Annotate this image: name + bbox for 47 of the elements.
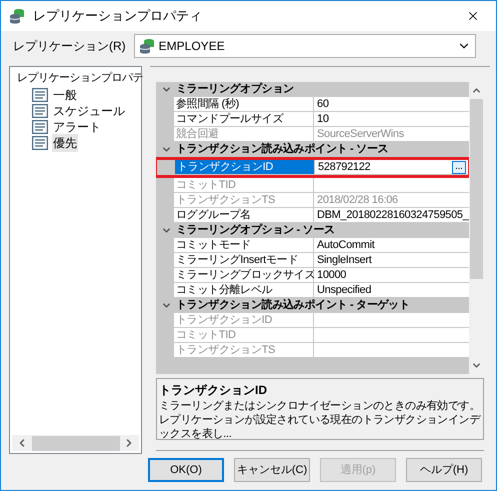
description-text: ミラーリングまたはシンクロナイゼーションのときのみ有効です。レプリケーションが設定されている現在のトランザクションインデックスを表し...: [159, 399, 481, 441]
tree-item[interactable]: レプリケーションプロパテ: [17, 70, 143, 87]
document-icon: [32, 136, 48, 150]
horizontal-scrollbar[interactable]: [12, 435, 139, 451]
window-title: レプリケーションプロパティ: [33, 7, 202, 26]
document-icon: [32, 88, 48, 102]
property-value[interactable]: Unspecified: [314, 283, 469, 298]
scrollbar-thumb[interactable]: [470, 99, 483, 279]
property-value[interactable]: AutoCommit: [314, 238, 469, 253]
property-name[interactable]: ミラーリングInsertモード: [174, 253, 314, 268]
dialog-button[interactable]: OK(O): [148, 458, 224, 482]
property-value[interactable]: SingleInsert: [314, 253, 469, 268]
database-icon: [138, 38, 155, 54]
description-title: トランザクションID: [159, 382, 268, 399]
property-name[interactable]: ロググループ名: [174, 208, 314, 223]
property-name[interactable]: 参照間隔 (秒): [174, 97, 314, 112]
document-icon: [32, 120, 48, 134]
category-title: トランザクション読み込みポイント - ターゲット: [176, 298, 410, 314]
property-value[interactable]: [314, 178, 469, 193]
replication-dropdown[interactable]: EMPLOYEE: [134, 34, 476, 58]
database-icon: [9, 8, 25, 24]
property-name[interactable]: トランザクションID: [175, 160, 315, 175]
dialog-button[interactable]: キャンセル(C): [234, 458, 310, 482]
tree-item[interactable]: 一般: [52, 86, 78, 104]
document-icon: [32, 104, 48, 118]
category-title: トランザクション読み込みポイント - ソース: [176, 142, 388, 158]
category-title: ミラーリングオプション - ソース: [176, 222, 335, 238]
property-value[interactable]: [314, 313, 469, 328]
property-name[interactable]: コミット分離レベル: [174, 283, 314, 298]
property-value-field[interactable]: 528792122 ...: [315, 160, 468, 175]
dialog-button[interactable]: ヘルプ(H): [406, 458, 482, 482]
replication-label: レプリケーション(R): [13, 38, 126, 55]
browse-button[interactable]: ...: [452, 160, 466, 174]
property-value[interactable]: 10000: [314, 268, 469, 283]
property-value[interactable]: [314, 343, 469, 358]
property-value[interactable]: 10: [314, 112, 469, 127]
tree-item[interactable]: スケジュール: [52, 102, 126, 120]
tree-item[interactable]: アラート: [52, 118, 102, 136]
property-name[interactable]: コマンドプールサイズ: [174, 112, 314, 127]
property-name[interactable]: コミットモード: [174, 238, 314, 253]
property-value[interactable]: 60: [314, 97, 469, 112]
property-value[interactable]: [314, 328, 469, 343]
scrollbar-thumb[interactable]: [32, 436, 120, 450]
close-icon: [466, 9, 480, 23]
category-title: ミラーリングオプション: [176, 82, 294, 98]
property-value[interactable]: DBM_20180228160324759505_: [314, 208, 469, 223]
tree-item[interactable]: 優先: [52, 134, 78, 152]
